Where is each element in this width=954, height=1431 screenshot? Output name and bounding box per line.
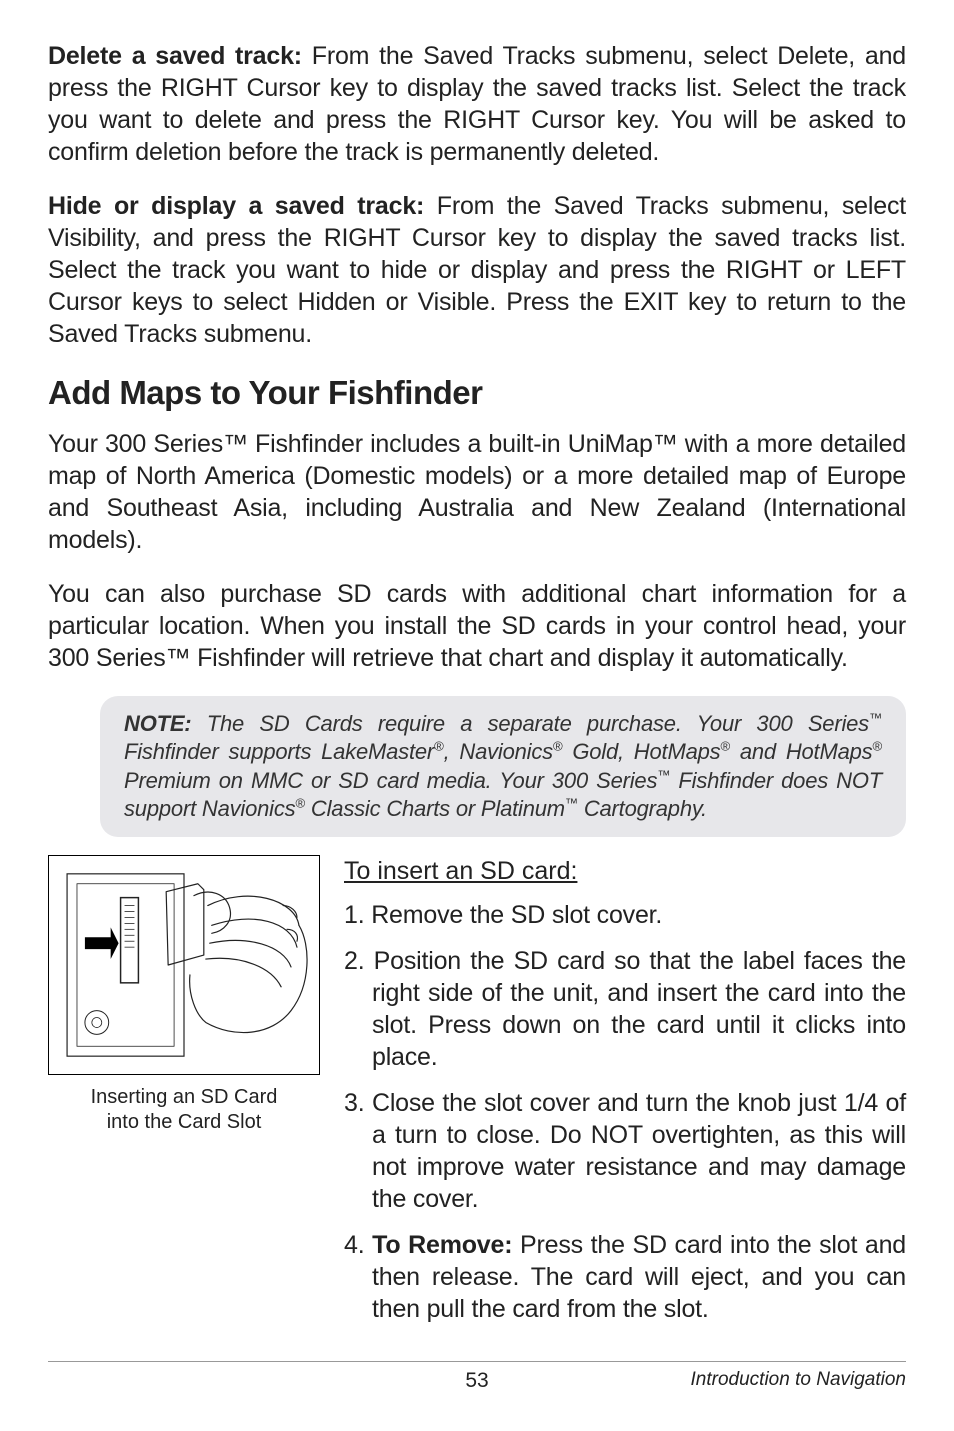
steps-list: 1. Remove the SD slot cover. 2. Position… [344, 899, 906, 1325]
footer-section-title: Introduction to Navigation [691, 1368, 906, 1392]
para-sd-cards: You can also purchase SD cards with addi… [48, 578, 906, 674]
step-4: 4. To Remove: Press the SD card into the… [344, 1229, 906, 1325]
note-label: NOTE: [124, 711, 191, 736]
para-hide-track: Hide or display a saved track: From the … [48, 190, 906, 350]
step-1: 1. Remove the SD slot cover. [344, 899, 906, 931]
section-heading-add-maps: Add Maps to Your Fishfinder [48, 372, 906, 414]
page-number: 53 [465, 1368, 488, 1395]
page-footer: 53 Introduction to Navigation [48, 1361, 906, 1396]
step-3: 3. Close the slot cover and turn the kno… [344, 1087, 906, 1215]
step-2: 2. Position the SD card so that the labe… [344, 945, 906, 1073]
para-unimap: Your 300 Series™ Fishfinder includes a b… [48, 428, 906, 556]
note-box: NOTE: The SD Cards require a separate pu… [100, 696, 906, 837]
step-4-label: To Remove: [372, 1231, 512, 1259]
figure-sd-card-insert [48, 855, 320, 1075]
para-delete-track: Delete a saved track: From the Saved Tra… [48, 40, 906, 168]
para-hide-track-label: Hide or display a saved track: [48, 192, 424, 220]
sd-card-illustration-icon [49, 856, 319, 1074]
subheading-insert-sd: To insert an SD card: [344, 855, 906, 887]
para-delete-track-label: Delete a saved track: [48, 42, 302, 70]
figure-caption: Inserting an SD Card into the Card Slot [48, 1085, 320, 1135]
